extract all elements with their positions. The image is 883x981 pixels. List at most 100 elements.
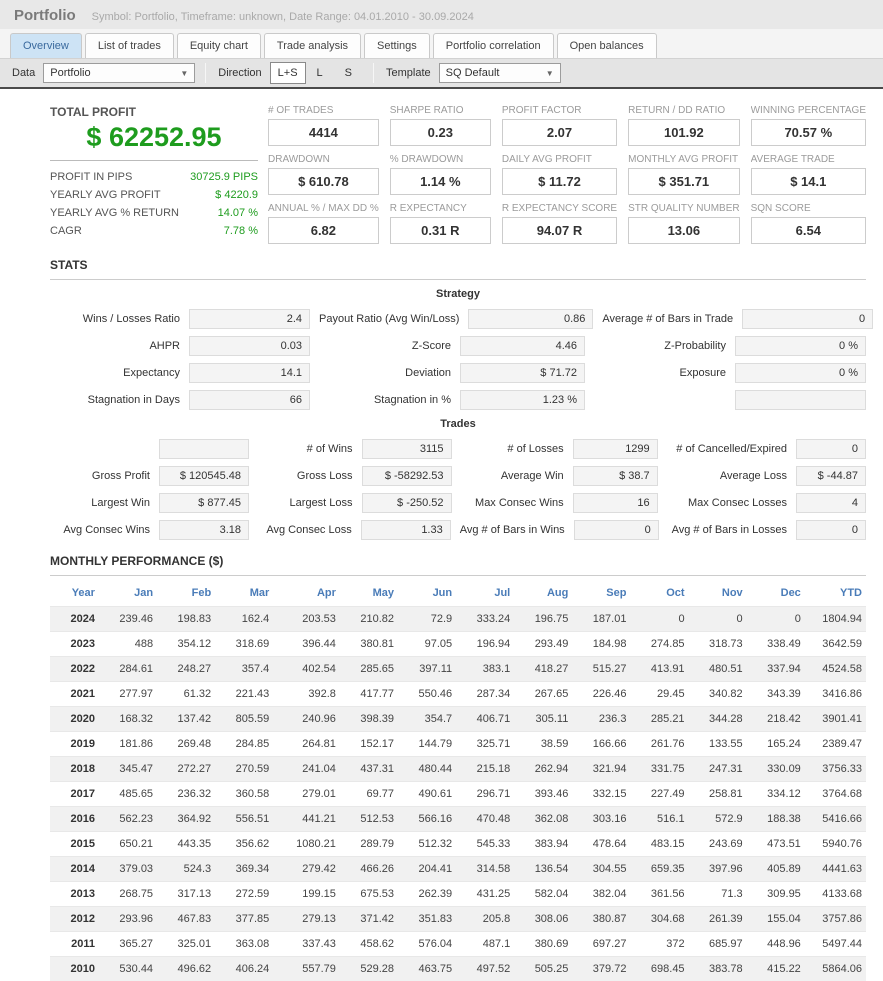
metric-value: 2.07 — [502, 119, 617, 146]
tab-list-of-trades[interactable]: List of trades — [85, 33, 174, 58]
month-value-cell: 383.94 — [514, 832, 572, 857]
month-value-cell: 72.9 — [398, 607, 456, 632]
table-row: 2024239.46198.83162.4203.53210.8272.9333… — [50, 607, 866, 632]
stat-label: Deviation — [319, 367, 451, 379]
metric-value: 70.57 % — [751, 119, 866, 146]
month-value-cell: 0 — [689, 607, 747, 632]
monthly-col-header: Aug — [514, 580, 572, 607]
tab-trade-analysis[interactable]: Trade analysis — [264, 33, 361, 58]
month-value-cell: 354.12 — [157, 632, 215, 657]
metric-value: 101.92 — [628, 119, 740, 146]
month-value-cell: 3757.86 — [805, 907, 866, 932]
metric-drawdown: DRAWDOWN$ 610.78 — [268, 154, 379, 195]
month-value-cell: 380.69 — [514, 932, 572, 957]
month-value-cell: 413.91 — [630, 657, 688, 682]
month-value-cell: 337.43 — [273, 932, 340, 957]
direction-option-l-plus-s[interactable]: L+S — [270, 62, 306, 84]
month-value-cell: 5497.44 — [805, 932, 866, 957]
metric-value: 0.23 — [390, 119, 491, 146]
stat-label: Avg # of Bars in Wins — [460, 524, 565, 536]
stat-label: Average Loss — [667, 470, 787, 482]
summary-row: YEARLY AVG PROFIT$ 4220.9 — [50, 186, 258, 204]
table-row: 2023488354.12318.69396.44380.8197.05196.… — [50, 632, 866, 657]
month-value-cell: 2389.47 — [805, 732, 866, 757]
month-value-cell: 698.45 — [630, 957, 688, 981]
month-value-cell: 360.58 — [215, 782, 273, 807]
tab-open-balances[interactable]: Open balances — [557, 33, 657, 58]
month-value-cell: 478.64 — [572, 832, 630, 857]
month-value-cell: 215.18 — [456, 757, 514, 782]
month-value-cell: 162.4 — [215, 607, 273, 632]
tab-portfolio-correlation[interactable]: Portfolio correlation — [433, 33, 554, 58]
tab-equity-chart[interactable]: Equity chart — [177, 33, 261, 58]
year-cell: 2021 — [50, 682, 99, 707]
month-value-cell: 330.09 — [747, 757, 805, 782]
month-value-cell: 317.13 — [157, 882, 215, 907]
summary-row-value: 30725.9 PIPS — [190, 171, 258, 183]
summary-row-label: PROFIT IN PIPS — [50, 171, 132, 183]
year-cell: 2011 — [50, 932, 99, 957]
year-cell: 2019 — [50, 732, 99, 757]
month-value-cell: 3764.68 — [805, 782, 866, 807]
month-value-cell: 344.28 — [689, 707, 747, 732]
month-value-cell: 168.32 — [99, 707, 157, 732]
template-select[interactable]: SQ Default ▼ — [439, 63, 561, 83]
stat-value-box: $ -58292.53 — [362, 466, 452, 486]
metric-label: WINNING PERCENTAGE — [751, 105, 866, 116]
month-value-cell: 505.25 — [514, 957, 572, 981]
month-value-cell: 345.47 — [99, 757, 157, 782]
summary-rows: PROFIT IN PIPS 30725.9 PIPS YEARLY AVG PRO… — [50, 168, 258, 240]
month-value-cell: 562.23 — [99, 807, 157, 832]
month-value-cell: 279.13 — [273, 907, 340, 932]
month-value-cell: 364.92 — [157, 807, 215, 832]
month-value-cell: 697.27 — [572, 932, 630, 957]
month-value-cell: 338.49 — [747, 632, 805, 657]
summary-row-label: YEARLY AVG % RETURN — [50, 207, 179, 219]
month-value-cell: 480.44 — [398, 757, 456, 782]
stat-value-box: $ -250.52 — [362, 493, 452, 513]
direction-option-l[interactable]: L — [306, 63, 334, 83]
month-value-cell: 196.94 — [456, 632, 514, 657]
month-value-cell: 380.87 — [572, 907, 630, 932]
metric-label: SQN SCORE — [751, 203, 866, 214]
summary-row-value: 7.78 % — [224, 225, 258, 237]
stat-label: Gross Profit — [50, 470, 150, 482]
direction-option-s[interactable]: S — [334, 63, 363, 83]
month-value-cell: 293.96 — [99, 907, 157, 932]
monthly-col-header: YTD — [805, 580, 866, 607]
metric-return-dd-ratio: RETURN / DD RATIO 101.92 — [628, 105, 740, 146]
metric-value: 6.54 — [751, 217, 866, 244]
month-value-cell: 354.7 — [398, 707, 456, 732]
tab-overview[interactable]: Overview — [10, 33, 82, 58]
month-value-cell: 415.22 — [747, 957, 805, 981]
metric-winning-percentage: WINNING PERCENTAGE 70.57 % — [751, 105, 866, 146]
month-value-cell: 137.42 — [157, 707, 215, 732]
summary-row: PROFIT IN PIPS 30725.9 PIPS — [50, 168, 258, 186]
metric-drawdown: % DRAWDOWN1.14 % — [390, 154, 491, 195]
page-title: Portfolio — [14, 7, 76, 24]
year-cell: 2022 — [50, 657, 99, 682]
month-value-cell: 203.53 — [273, 607, 340, 632]
month-value-cell: 133.55 — [689, 732, 747, 757]
table-row: 2015650.21443.35356.621080.21289.79512.3… — [50, 832, 866, 857]
stats-section-title: STATS — [50, 258, 866, 272]
divider — [50, 279, 866, 280]
month-value-cell: 379.03 — [99, 857, 157, 882]
month-value-cell: 325.71 — [456, 732, 514, 757]
tab-settings[interactable]: Settings — [364, 33, 430, 58]
trades-rows: # of Wins3115# of Losses1299# of Cancell… — [50, 439, 866, 540]
month-value-cell: 285.65 — [340, 657, 398, 682]
month-value-cell: 383.1 — [456, 657, 514, 682]
data-select[interactable]: Portfolio ▼ — [43, 63, 195, 83]
stat-value-box: 3.18 — [159, 520, 249, 540]
metric-label: RETURN / DD RATIO — [628, 105, 740, 116]
month-value-cell: 0 — [747, 607, 805, 632]
month-value-cell: 268.75 — [99, 882, 157, 907]
summary-row-value: $ 4220.9 — [215, 189, 258, 201]
month-value-cell: 29.45 — [630, 682, 688, 707]
month-value-cell: 437.31 — [340, 757, 398, 782]
stat-value-box — [159, 439, 249, 459]
month-value-cell: 303.16 — [572, 807, 630, 832]
stat-value-box: 0 — [796, 439, 866, 459]
month-value-cell: 304.55 — [572, 857, 630, 882]
